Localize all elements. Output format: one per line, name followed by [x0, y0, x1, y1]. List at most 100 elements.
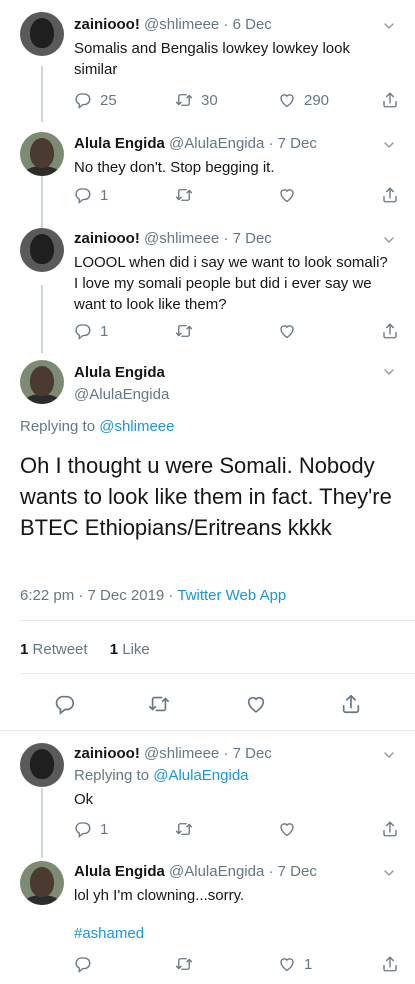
tweet-header: zainiooo! @shlimeee · 7 Dec: [74, 745, 272, 762]
author-name[interactable]: Alula Engida: [74, 863, 165, 880]
replying-to-link[interactable]: @AlulaEngida: [153, 767, 248, 784]
like-count: 290: [304, 91, 330, 109]
author-handle[interactable]: @shlimeee: [144, 745, 219, 762]
tweet-date[interactable]: 7 Dec: [278, 863, 317, 880]
replying-prefix: Replying to: [74, 767, 150, 784]
share-button[interactable]: [381, 89, 399, 111]
replying-to: Replying to @shlimeee: [20, 418, 174, 435]
retweet-icon: [175, 955, 193, 973]
tweet-actions: 1: [74, 184, 399, 206]
author-handle[interactable]: @shlimeee: [144, 230, 219, 247]
retweet-button[interactable]: [175, 953, 201, 975]
reply-icon: [74, 91, 92, 109]
author-handle[interactable]: @AlulaEngida: [169, 863, 264, 880]
avatar[interactable]: [20, 360, 64, 404]
reply-button[interactable]: 1: [74, 818, 108, 840]
avatar[interactable]: [20, 12, 64, 56]
author-handle[interactable]: @shlimeee: [144, 16, 219, 33]
tweet-header: Alula Engida @AlulaEngida · 7 Dec: [74, 863, 317, 880]
retweet-button[interactable]: [175, 184, 201, 206]
separator: ·: [223, 230, 229, 247]
author-name[interactable]: Alula Engida: [74, 364, 165, 381]
avatar[interactable]: [20, 228, 64, 272]
reply-icon: [74, 322, 92, 340]
avatar[interactable]: [20, 861, 64, 905]
chevron-down-icon[interactable]: [381, 137, 397, 153]
share-icon: [381, 322, 399, 340]
share-icon: [381, 820, 399, 838]
author-handle[interactable]: @AlulaEngida: [169, 135, 264, 152]
like-icon: [278, 186, 296, 204]
author-handle[interactable]: @AlulaEngida: [74, 386, 169, 403]
reply-button[interactable]: 25: [74, 89, 117, 111]
hashtag-link[interactable]: #ashamed: [74, 925, 144, 942]
tweet-actions: 1: [74, 953, 399, 975]
reply-button[interactable]: 1: [74, 184, 108, 206]
thread-line: [41, 285, 43, 353]
retweet-icon: [175, 186, 193, 204]
reply-button[interactable]: [74, 953, 100, 975]
tweet-date[interactable]: 6 Dec: [233, 16, 272, 33]
share-icon: [381, 91, 399, 109]
reply-count: 1: [100, 186, 109, 204]
chevron-down-icon[interactable]: [381, 747, 397, 763]
author-name[interactable]: Alula Engida: [74, 135, 165, 152]
share-button[interactable]: [340, 693, 364, 717]
tweet-timestamp[interactable]: 6:22 pm · 7 Dec 2019 ·: [20, 587, 173, 604]
like-button[interactable]: 1: [278, 953, 312, 975]
retweet-icon: [175, 91, 193, 109]
chevron-down-icon[interactable]: [381, 865, 397, 881]
engagement-stats: 1 Retweet 1 Like: [20, 641, 150, 658]
reply-button[interactable]: 1: [74, 320, 108, 342]
retweet-button[interactable]: [175, 320, 201, 342]
avatar[interactable]: [20, 132, 64, 176]
thread-line: [41, 788, 43, 858]
like-button[interactable]: [278, 184, 304, 206]
separator: ·: [268, 135, 274, 152]
like-icon: [278, 91, 296, 109]
replying-to-link[interactable]: @shlimeee: [99, 418, 174, 435]
retweet-button[interactable]: [175, 818, 201, 840]
tweet-meta: 6:22 pm · 7 Dec 2019 · Twitter Web App: [20, 587, 286, 604]
likes-stat[interactable]: 1 Like: [110, 641, 150, 658]
tweet-text: Ok: [74, 791, 94, 808]
like-icon: [245, 693, 267, 715]
author-name[interactable]: zainiooo!: [74, 745, 140, 762]
like-button[interactable]: 290: [278, 89, 329, 111]
author-name[interactable]: zainiooo!: [74, 230, 140, 247]
reply-count: 25: [100, 91, 117, 109]
reply-button[interactable]: [54, 693, 78, 717]
retweets-stat[interactable]: 1 Retweet: [20, 641, 88, 658]
share-button[interactable]: [381, 818, 399, 840]
reply-count: 1: [100, 820, 109, 838]
tweet-date[interactable]: 7 Dec: [233, 745, 272, 762]
reply-icon: [74, 820, 92, 838]
tweet-actions: 1: [74, 818, 399, 840]
retweet-count: 30: [201, 91, 218, 109]
share-button[interactable]: [381, 184, 399, 206]
share-button[interactable]: [381, 320, 399, 342]
share-button[interactable]: [381, 953, 399, 975]
chevron-down-icon[interactable]: [381, 364, 397, 380]
separator: ·: [223, 16, 229, 33]
avatar[interactable]: [20, 743, 64, 787]
author-name[interactable]: zainiooo!: [74, 16, 140, 33]
chevron-down-icon[interactable]: [381, 18, 397, 34]
tweet-header: zainiooo! @shlimeee · 6 Dec: [74, 16, 272, 33]
tweet-date[interactable]: 7 Dec: [278, 135, 317, 152]
source-link[interactable]: Twitter Web App: [177, 587, 286, 604]
tweet-text: lol yh I'm clowning...sorry.: [74, 887, 245, 904]
like-button[interactable]: [245, 693, 269, 717]
retweet-button[interactable]: [148, 693, 172, 717]
retweets-count: 1: [20, 641, 29, 658]
share-icon: [340, 693, 362, 715]
like-button[interactable]: [278, 320, 304, 342]
retweet-button[interactable]: 30: [175, 89, 218, 111]
thread-line: [41, 66, 43, 122]
tweet-date[interactable]: 7 Dec: [233, 230, 272, 247]
like-icon: [278, 955, 296, 973]
tweet-actions: 1: [74, 320, 399, 342]
like-button[interactable]: [278, 818, 304, 840]
chevron-down-icon[interactable]: [381, 232, 397, 248]
section-separator: [0, 730, 415, 738]
